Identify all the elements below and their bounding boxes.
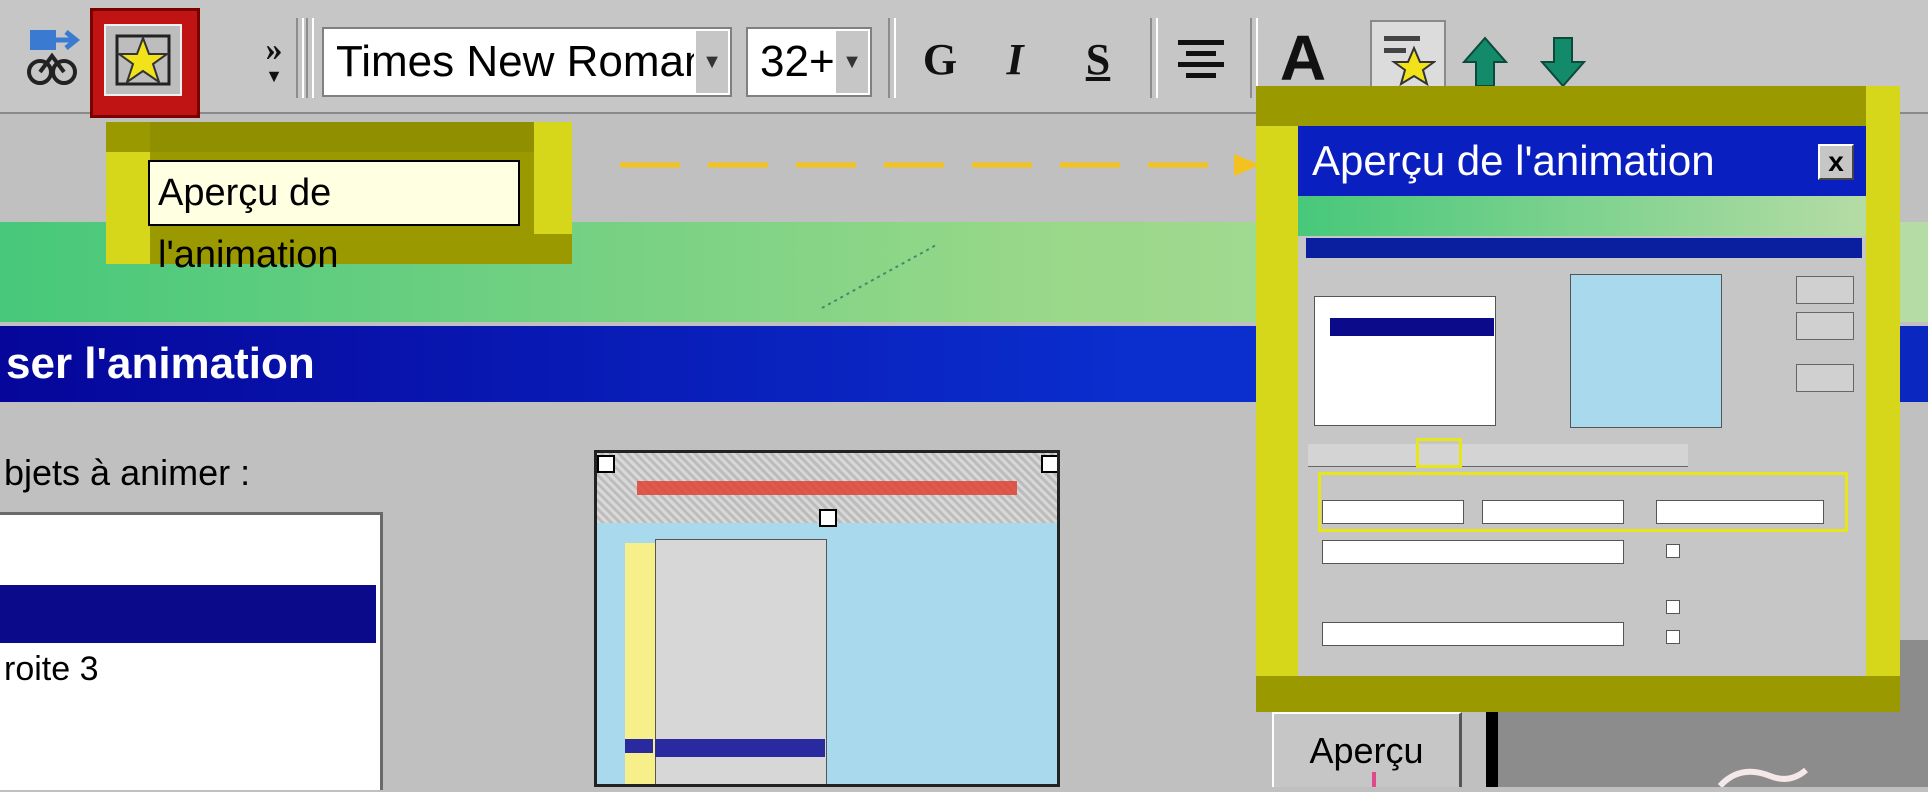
move-up-button[interactable]	[1461, 36, 1509, 88]
shadow-label: S	[1085, 34, 1111, 84]
star-effects-icon	[1384, 36, 1436, 86]
star-preview-icon	[115, 34, 171, 86]
inner-tab-effects-highlight	[1416, 438, 1462, 468]
zoomed-gradient-strip	[1298, 196, 1866, 236]
zoomed-close-button[interactable]: x	[1818, 144, 1854, 180]
thumbnail-menu-highlight	[655, 739, 825, 757]
thumbnail-handle	[597, 455, 615, 473]
zoomed-dialog: Aperçu de l'animation x	[1298, 126, 1866, 676]
zoom-bevel-right	[1866, 86, 1900, 712]
logo-swirl-icon	[1717, 767, 1808, 789]
animation-preview-button[interactable]	[104, 24, 182, 96]
dialog-title-text: ser l'animation	[6, 339, 315, 388]
font-name-value: Times New Roman	[336, 37, 709, 86]
preview-button[interactable]: Aperçu	[1272, 712, 1462, 787]
close-icon: x	[1828, 146, 1844, 177]
thumbnail-handle	[1041, 455, 1057, 473]
toolbar-separator	[1150, 18, 1158, 98]
font-size-dropdown-arrow-icon[interactable]: ▼	[834, 31, 868, 93]
inner-preview-thumbnail	[1570, 274, 1722, 428]
font-name-combobox[interactable]: Times New Roman ▼	[322, 27, 732, 97]
inner-list-selection	[1330, 318, 1494, 336]
font-size-value: 32+	[760, 37, 835, 86]
thumbnail-arrow-icon	[625, 739, 653, 753]
zoomed-dialog-title: Aperçu de l'animation	[1312, 137, 1715, 184]
slide-preview-thumbnail	[594, 450, 1060, 787]
inner-dropdown	[1656, 500, 1824, 524]
banner-dotted-line	[820, 240, 940, 310]
move-down-button[interactable]	[1539, 36, 1587, 88]
preview-pointer-arrow	[1372, 772, 1376, 787]
list-item[interactable]: roite 3	[4, 650, 99, 689]
zoomed-dialog-titlebar: Aperçu de l'animation	[1298, 126, 1866, 196]
overflow-chevron-icon: »	[265, 31, 283, 68]
inner-dropdown	[1322, 622, 1624, 646]
callout-bevel-top	[150, 122, 534, 152]
zoom-bevel-left	[1256, 126, 1298, 712]
shadow-button[interactable]: S	[1068, 24, 1128, 94]
list-item-selected[interactable]	[0, 585, 376, 643]
decorative-logo	[1710, 762, 1810, 789]
align-center-icon	[1178, 40, 1224, 78]
bold-button[interactable]: G	[910, 24, 970, 94]
animation-effects-icon	[27, 30, 81, 85]
thumbnail-handle	[819, 509, 837, 527]
arrow-up-icon	[1461, 36, 1509, 87]
font-size-combobox[interactable]: 32+ ▼	[746, 27, 872, 97]
zoom-bevel-bottom	[1256, 676, 1900, 712]
bold-label: G	[922, 34, 958, 84]
dashed-pointer-arrow	[616, 150, 1266, 180]
toolbar-separator	[888, 18, 896, 98]
grow-font-icon: A	[1279, 22, 1327, 94]
toolbar-grip	[306, 18, 314, 98]
inner-objects-list	[1314, 296, 1496, 426]
zoom-bevel-top	[1256, 86, 1900, 126]
inner-checkbox	[1666, 630, 1680, 644]
inner-checkbox	[1666, 544, 1680, 558]
thumbnail-title-text	[637, 481, 1017, 495]
preview-button-label: Aperçu	[1309, 729, 1424, 771]
objects-list[interactable]: roite 3	[0, 512, 383, 790]
center-align-button[interactable]	[1168, 24, 1234, 94]
tooltip-text: Aperçu de l'animation	[158, 172, 339, 276]
animation-effects-button[interactable]	[22, 26, 84, 88]
objects-to-animate-label: bjets à animer :	[4, 452, 251, 493]
callout-bevel-left	[106, 152, 150, 264]
tooltip: Aperçu de l'animation	[148, 160, 520, 276]
inner-dropdown	[1322, 540, 1624, 564]
font-name-dropdown-arrow-icon[interactable]: ▼	[694, 31, 728, 93]
inner-dialog-titlebar	[1306, 238, 1862, 258]
inner-dropdown	[1322, 500, 1464, 524]
arrow-down-icon	[1539, 37, 1587, 88]
custom-animation-button[interactable]	[1370, 20, 1446, 96]
inner-preview-button	[1796, 364, 1854, 392]
inner-checkbox	[1666, 600, 1680, 614]
italic-label: I	[1006, 34, 1024, 84]
inner-cancel-button	[1796, 312, 1854, 340]
inner-ok-button	[1796, 276, 1854, 304]
overflow-dropdown-icon: ▼	[265, 66, 283, 86]
inner-dropdown	[1482, 500, 1624, 524]
callout-bevel-right	[534, 122, 572, 234]
italic-button[interactable]: I	[985, 24, 1045, 94]
inner-tabs-row	[1308, 444, 1688, 467]
toolbar-separator	[296, 18, 304, 98]
toolbar-overflow-button[interactable]: » ▼	[256, 24, 292, 94]
